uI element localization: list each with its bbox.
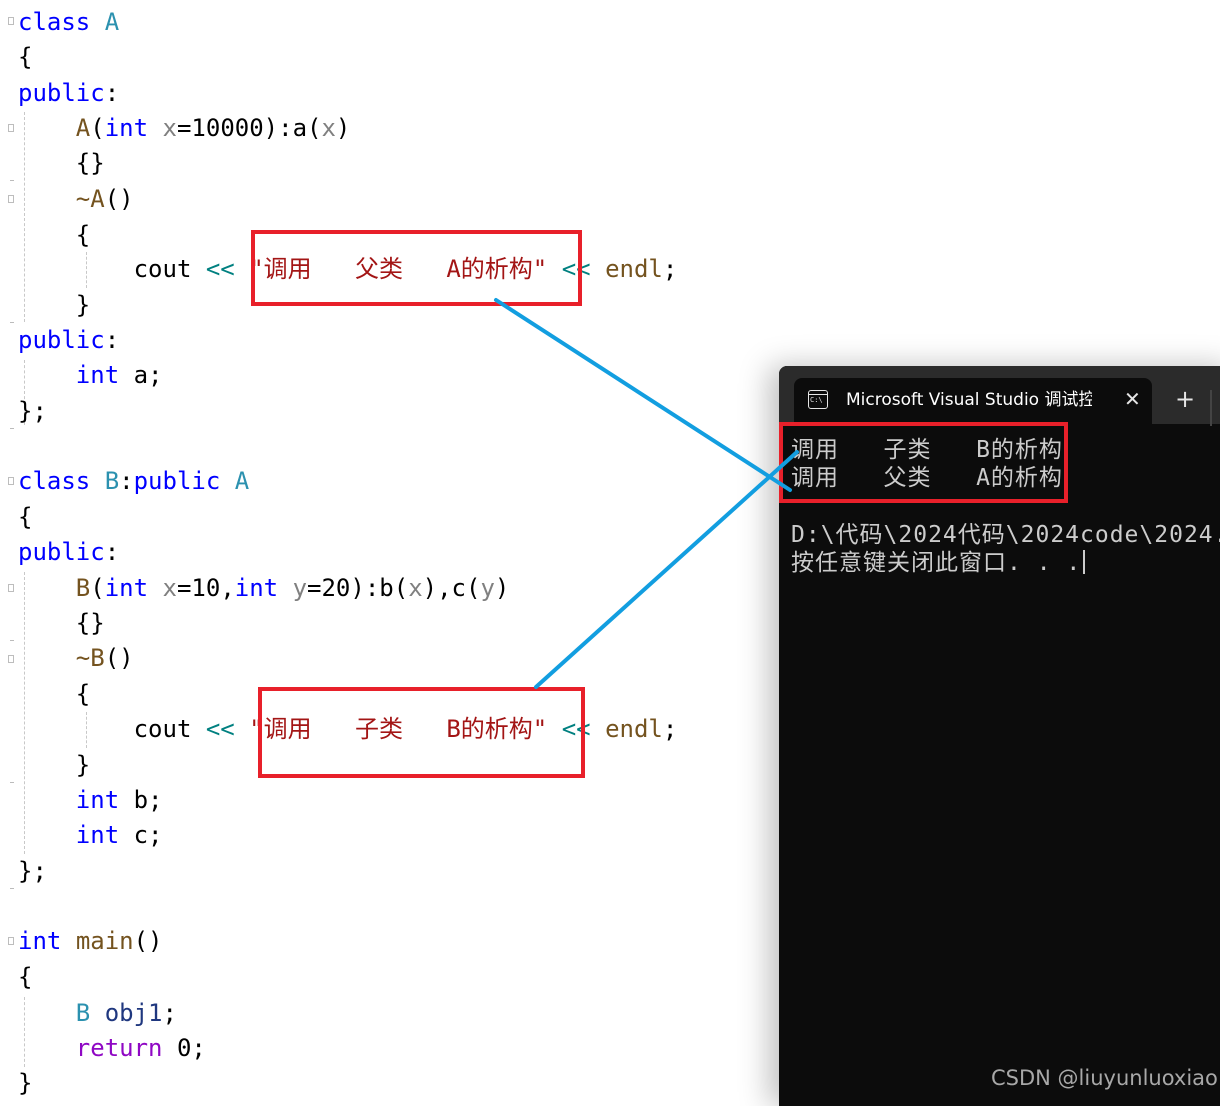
connector-line-child: [534, 450, 799, 689]
annotation-overlay: [494, 298, 799, 689]
connector-line-parent: [494, 298, 792, 492]
